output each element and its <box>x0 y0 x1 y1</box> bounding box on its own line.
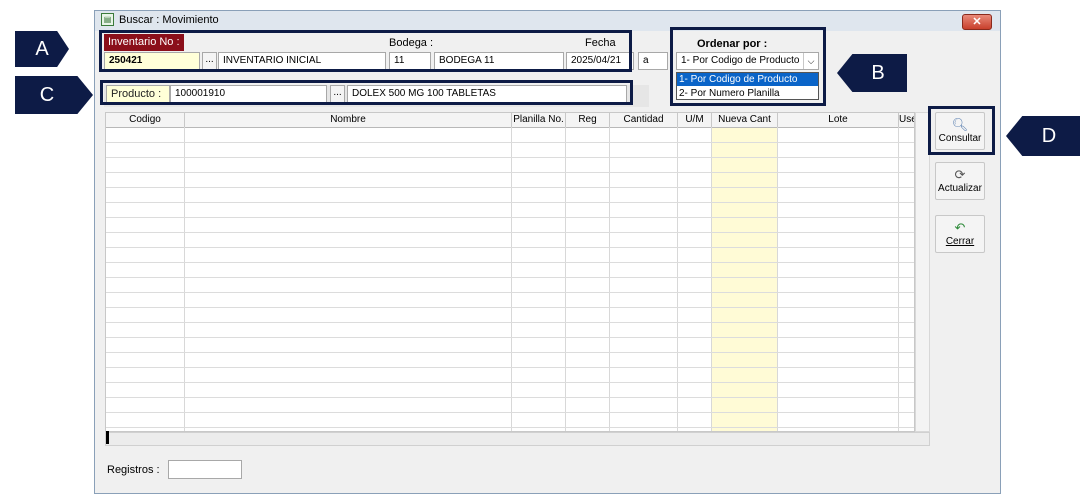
cerrar-button[interactable]: ↶ Cerrar <box>935 215 985 253</box>
close-window-button[interactable]: ✕ <box>962 14 992 30</box>
grid-row-line <box>106 397 914 398</box>
grid-row-line <box>106 187 914 188</box>
grid-header: Codigo Nombre Planilla No. Reg Cantidad … <box>106 113 914 128</box>
grid-row-line <box>106 262 914 263</box>
grid-row-line <box>106 337 914 338</box>
callout-box-c <box>100 80 633 105</box>
grid-row-line <box>106 412 914 413</box>
nueva-cant-column-highlight <box>712 113 778 431</box>
callout-tag-c: C <box>15 76 93 114</box>
registros-label: Registros : <box>107 464 160 476</box>
callout-box-d <box>928 106 995 155</box>
vertical-scrollbar[interactable] <box>915 112 930 432</box>
horizontal-scrollbar[interactable] <box>105 432 930 446</box>
grid-row-line <box>106 247 914 248</box>
grid-row-line <box>106 232 914 233</box>
app-icon: ▤ <box>101 13 114 26</box>
registros-field <box>168 460 242 479</box>
grid-row-line <box>106 142 914 143</box>
grid-row-line <box>106 322 914 323</box>
col-header-um[interactable]: U/M <box>678 113 712 127</box>
refresh-icon: ⟳ <box>954 167 966 182</box>
window-title: Buscar : Movimiento <box>119 14 219 26</box>
cerrar-label: Cerrar <box>945 236 975 247</box>
col-header-cantidad[interactable]: Cantidad <box>610 113 678 127</box>
grid-row-line <box>106 217 914 218</box>
grid-row-line <box>106 157 914 158</box>
fecha-to-field[interactable]: a <box>638 52 668 70</box>
col-header-nombre[interactable]: Nombre <box>185 113 512 127</box>
return-arrow-icon: ↶ <box>954 220 966 235</box>
grid-row-line <box>106 292 914 293</box>
col-header-codigo[interactable]: Codigo <box>106 113 185 127</box>
col-header-nueva-cant[interactable]: Nueva Cant <box>712 113 778 127</box>
col-header-use[interactable]: Use <box>899 113 914 127</box>
grid-row-line <box>106 172 914 173</box>
title-bar <box>95 11 1000 31</box>
callout-box-a <box>99 30 632 72</box>
actualizar-button[interactable]: ⟳ Actualizar <box>935 162 985 200</box>
results-grid[interactable]: Codigo Nombre Planilla No. Reg Cantidad … <box>105 112 915 432</box>
col-header-lote[interactable]: Lote <box>778 113 899 127</box>
callout-tag-a: A <box>15 31 69 67</box>
col-header-reg[interactable]: Reg <box>566 113 610 127</box>
grid-row-line <box>106 427 914 428</box>
grid-row-line <box>106 202 914 203</box>
scrollbar-thumb[interactable] <box>106 431 109 444</box>
col-header-planilla[interactable]: Planilla No. <box>512 113 566 127</box>
grid-row-line <box>106 367 914 368</box>
grid-row-line <box>106 382 914 383</box>
grid-row-line <box>106 277 914 278</box>
callout-box-b <box>670 27 826 106</box>
actualizar-label: Actualizar <box>938 183 982 194</box>
grid-row-line <box>106 307 914 308</box>
callout-tag-d: D <box>1006 116 1080 156</box>
grid-row-line <box>106 352 914 353</box>
